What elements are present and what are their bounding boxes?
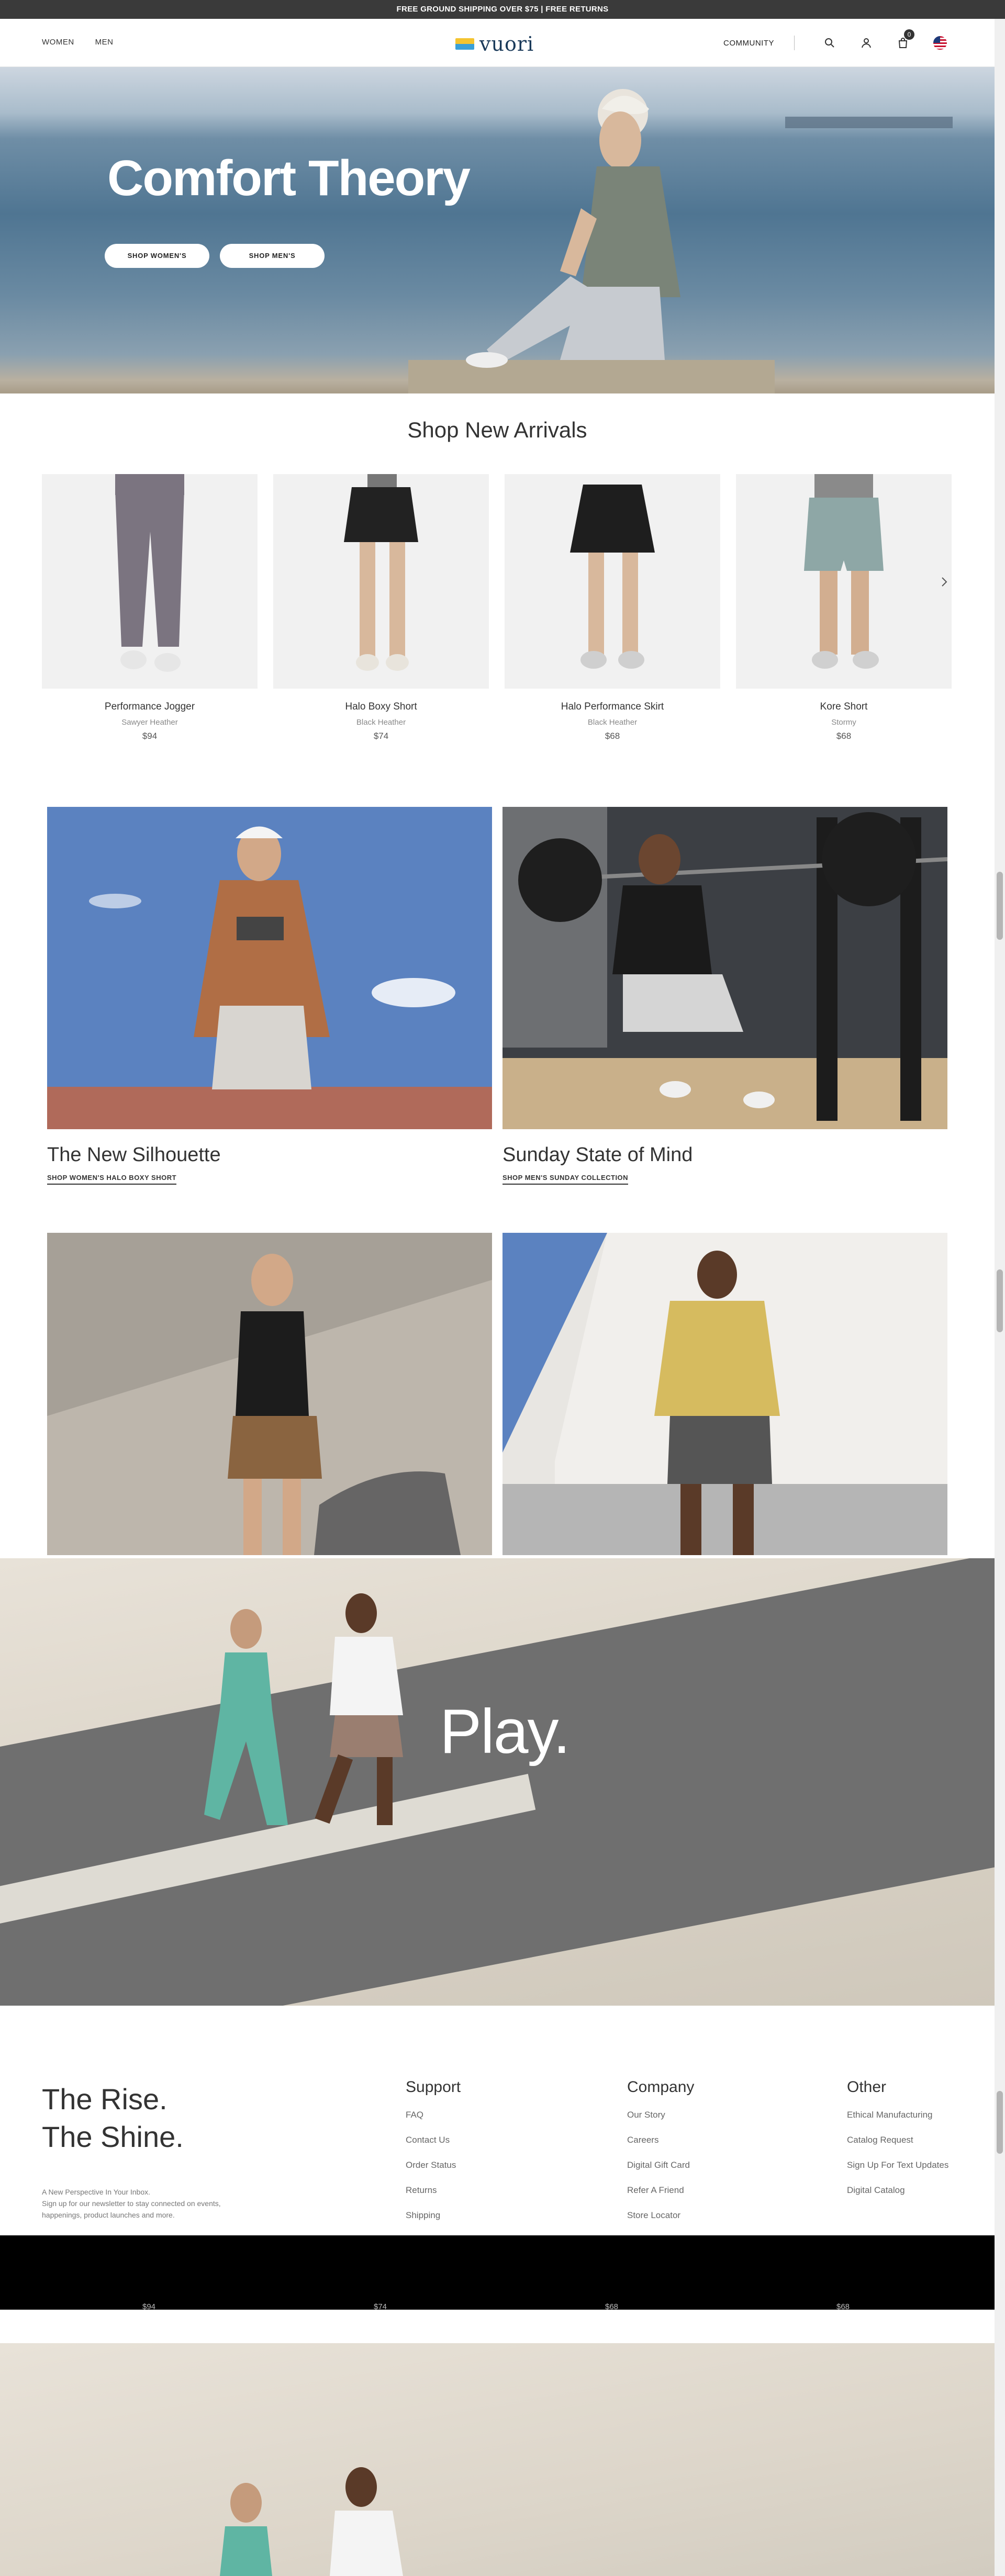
product-name[interactable]: Halo Performance Skirt — [505, 701, 720, 713]
hero-banner: Comfort Theory SHOP WOMEN'S SHOP MEN'S — [0, 67, 995, 393]
play-text: Play. — [440, 1696, 571, 1767]
repeated-play-banner — [0, 2343, 995, 2576]
editorial-card-beach[interactable] — [47, 1233, 492, 1555]
product-color: Black Heather — [587, 718, 638, 727]
runners-image-repeat — [220, 2467, 403, 2576]
footer-link-refer[interactable]: Refer A Friend — [627, 2185, 694, 2196]
product-color: Stormy — [831, 718, 856, 727]
editorial-image[interactable] — [47, 1233, 492, 1555]
footer-link-order-status[interactable]: Order Status — [406, 2160, 461, 2170]
shop-womens-halo-link[interactable]: SHOP WOMEN'S HALO BOXY SHORT — [47, 1174, 177, 1185]
black-overlay-band — [0, 2235, 1005, 2310]
logo-text: vuori — [479, 32, 534, 55]
product-image[interactable] — [42, 474, 258, 689]
footer-link-shipping[interactable]: Shipping — [406, 2210, 461, 2221]
shop-womens-button[interactable]: SHOP WOMEN'S — [105, 244, 209, 268]
product-price: $68 — [605, 731, 620, 741]
footer-link-careers[interactable]: Careers — [627, 2135, 694, 2145]
scrollbar-thumb[interactable] — [997, 2091, 1003, 2154]
runners-image — [204, 1593, 403, 1825]
footer-link-digital-catalog[interactable]: Digital Catalog — [847, 2185, 948, 2196]
ghost-price: $74 — [374, 2302, 387, 2311]
nav-men-link[interactable]: MEN — [95, 38, 114, 47]
us-flag-icon[interactable] — [933, 36, 947, 50]
product-price: $74 — [373, 731, 389, 741]
ghost-price: $68 — [836, 2302, 850, 2311]
product-name[interactable]: Kore Short — [736, 701, 952, 713]
newsletter-description: Sign up for our newsletter to stay conne… — [42, 2199, 221, 2219]
product-card[interactable]: Performance Jogger Sawyer Heather $94 — [42, 474, 258, 741]
footer-support-column: Support FAQ Contact Us Order Status Retu… — [406, 2078, 461, 2235]
footer-company-title: Company — [627, 2078, 695, 2096]
product-name[interactable]: Performance Jogger — [42, 701, 258, 713]
hero-pier-shape — [785, 117, 953, 128]
editorial-card-yellow-tee[interactable] — [502, 1233, 947, 1555]
primary-nav: WOMEN MEN — [42, 38, 114, 47]
site-header: WOMEN MEN vuori COMMUNITY 0 — [0, 19, 995, 67]
newsletter-heading: A New Perspective In Your Inbox. — [42, 2188, 151, 2196]
page-scrollbar[interactable] — [995, 19, 1005, 2576]
editorial-title[interactable]: The New Silhouette — [47, 1144, 492, 1166]
ghost-price: $94 — [142, 2302, 156, 2311]
editorial-title[interactable]: Sunday State of Mind — [502, 1144, 947, 1166]
product-image[interactable] — [273, 474, 489, 689]
scrollbar-thumb[interactable] — [997, 872, 1003, 940]
footer-other-title: Other — [847, 2078, 887, 2096]
utility-nav: COMMUNITY 0 — [723, 29, 947, 50]
ghost-price-row: $94 $74 $68 $68 — [0, 2302, 995, 2313]
footer-tagline: The Rise. The Shine. — [42, 2080, 184, 2156]
scrollbar-thumb[interactable] — [997, 1269, 1003, 1332]
carousel-next-icon[interactable] — [938, 576, 951, 588]
announcement-bar: FREE GROUND SHIPPING OVER $75 | FREE RET… — [0, 0, 1005, 19]
logo[interactable]: vuori — [455, 32, 534, 55]
nav-women-link[interactable]: WOMEN — [42, 38, 74, 47]
footer-link-our-story[interactable]: Our Story — [627, 2110, 694, 2120]
product-card[interactable]: Halo Boxy Short Black Heather $74 — [273, 474, 489, 741]
footer-link-store-locator[interactable]: Store Locator — [627, 2210, 694, 2221]
hero-model-image — [408, 89, 775, 393]
footer-tagline-line-2: The Shine. — [42, 2120, 184, 2153]
nav-community-link[interactable]: COMMUNITY — [723, 39, 774, 48]
cart-count-badge: 0 — [904, 29, 914, 40]
hero-title: Comfort Theory — [107, 150, 471, 206]
footer-link-text-updates[interactable]: Sign Up For Text Updates — [847, 2160, 948, 2170]
footer-link-gift-card[interactable]: Digital Gift Card — [627, 2160, 694, 2170]
product-color: Sawyer Heather — [121, 718, 178, 727]
product-card[interactable]: Kore Short Stormy $68 — [736, 474, 952, 741]
product-image[interactable] — [736, 474, 952, 689]
nav-divider — [794, 36, 795, 50]
editorial-image[interactable] — [502, 807, 947, 1129]
footer-link-contact[interactable]: Contact Us — [406, 2135, 461, 2145]
product-carousel: Performance Jogger Sawyer Heather $94 Ha… — [42, 474, 952, 741]
cart-icon[interactable]: 0 — [897, 29, 914, 49]
editorial-image[interactable] — [502, 1233, 947, 1555]
shop-mens-button[interactable]: SHOP MEN'S — [220, 244, 325, 268]
footer-support-title: Support — [406, 2078, 461, 2096]
footer-link-catalog-request[interactable]: Catalog Request — [847, 2135, 948, 2145]
product-price: $94 — [142, 731, 158, 741]
shop-mens-sunday-link[interactable]: SHOP MEN'S SUNDAY COLLECTION — [502, 1174, 629, 1185]
product-color: Black Heather — [356, 718, 406, 727]
footer-other-column: Other Ethical Manufacturing Catalog Requ… — [847, 2078, 948, 2210]
footer-company-column: Company Our Story Careers Digital Gift C… — [627, 2078, 694, 2235]
ghost-price: $68 — [605, 2302, 619, 2311]
footer-link-ethical[interactable]: Ethical Manufacturing — [847, 2110, 948, 2120]
search-icon[interactable] — [823, 37, 836, 49]
product-name[interactable]: Halo Boxy Short — [273, 701, 489, 713]
play-banner[interactable]: Play. — [0, 1558, 995, 2006]
logo-mark-icon — [455, 38, 474, 50]
product-card[interactable]: Halo Performance Skirt Black Heather $68 — [505, 474, 720, 741]
account-icon[interactable] — [860, 37, 873, 49]
newsletter-copy: A New Perspective In Your Inbox. Sign up… — [42, 2186, 262, 2221]
footer-link-returns[interactable]: Returns — [406, 2185, 461, 2196]
footer-tagline-line-1: The Rise. — [42, 2083, 168, 2116]
editorial-card-sunday-state[interactable]: Sunday State of Mind SHOP MEN'S SUNDAY C… — [502, 807, 947, 1185]
new-arrivals-title: Shop New Arrivals — [407, 418, 587, 442]
editorial-card-new-silhouette[interactable]: The New Silhouette SHOP WOMEN'S HALO BOX… — [47, 807, 492, 1185]
product-price: $68 — [836, 731, 852, 741]
editorial-image[interactable] — [47, 807, 492, 1129]
product-image[interactable] — [505, 474, 720, 689]
footer-link-faq[interactable]: FAQ — [406, 2110, 461, 2120]
